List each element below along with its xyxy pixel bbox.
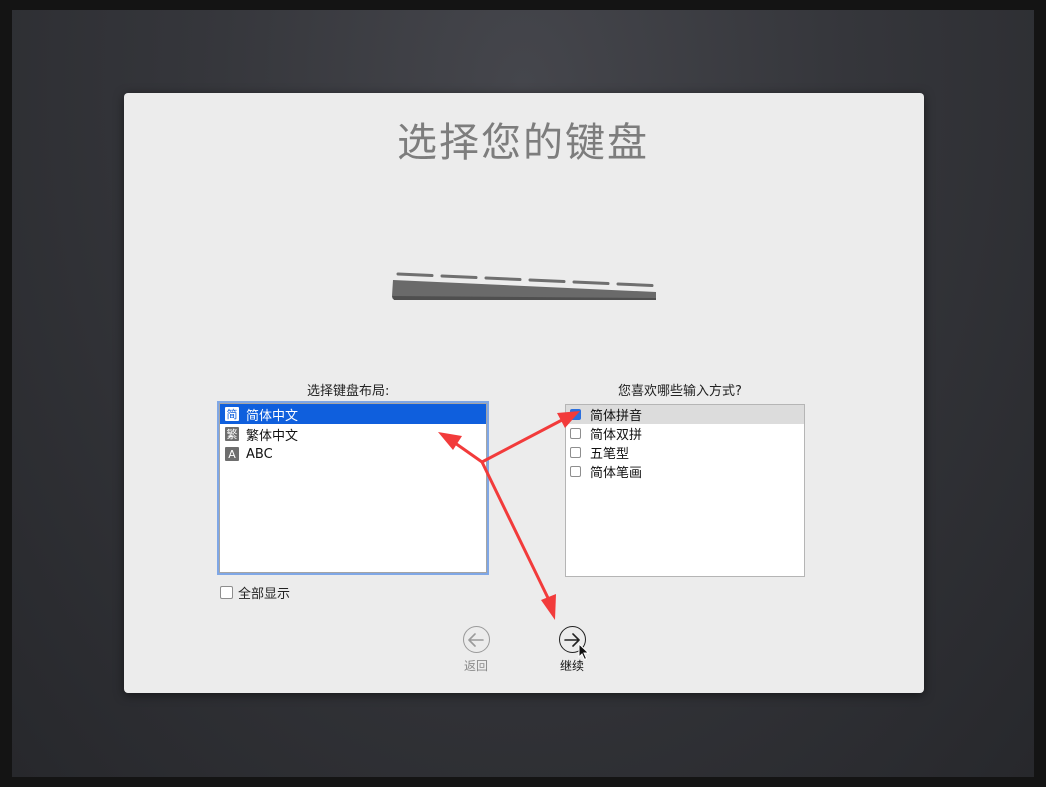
method-item-label: 简体双拼 (590, 428, 643, 443)
method-checkbox-stroke[interactable] (570, 466, 581, 477)
show-all-checkbox[interactable] (220, 586, 233, 599)
input-methods-label: 您喜欢哪些输入方式? (618, 384, 742, 399)
keyboard-illustration (392, 272, 656, 300)
abc-icon: A (225, 447, 239, 461)
layout-item-abc[interactable]: A ABC (220, 444, 486, 464)
layout-item-label: 繁体中文 (246, 428, 299, 444)
method-item-shuangpin[interactable]: 简体双拼 (566, 424, 804, 443)
mouse-cursor-icon (578, 643, 590, 661)
layout-item-label: ABC (246, 446, 273, 462)
simplified-chinese-icon: 简 (225, 407, 239, 421)
method-item-label: 简体笔画 (590, 466, 643, 481)
method-item-wubi[interactable]: 五笔型 (566, 443, 804, 462)
layout-list-label: 选择键盘布局: (307, 384, 390, 399)
method-item-label: 简体拼音 (590, 409, 643, 424)
page-title: 选择您的键盘 (397, 120, 649, 166)
input-method-list[interactable]: 简体拼音 简体双拼 五笔型 简体笔画 (565, 404, 805, 577)
layout-item-label: 简体中文 (246, 408, 299, 424)
method-checkbox-wubi[interactable] (570, 447, 581, 458)
show-all-toggle[interactable]: 全部显示 (220, 583, 290, 602)
method-item-pinyin[interactable]: 简体拼音 (566, 405, 804, 424)
method-item-stroke[interactable]: 简体笔画 (566, 462, 804, 481)
show-all-label: 全部显示 (238, 587, 291, 602)
layout-item-simplified-chinese[interactable]: 简 简体中文 (220, 404, 486, 424)
method-checkbox-shuangpin[interactable] (570, 428, 581, 439)
method-checkbox-pinyin[interactable] (570, 409, 581, 420)
traditional-chinese-icon: 繁 (225, 427, 239, 441)
layout-item-traditional-chinese[interactable]: 繁 繁体中文 (220, 424, 486, 444)
back-arrow-icon (462, 626, 490, 653)
back-button[interactable]: 返回 (456, 626, 496, 674)
keyboard-layout-list[interactable]: 简 简体中文 繁 繁体中文 A ABC (219, 403, 487, 573)
method-item-label: 五笔型 (590, 447, 630, 462)
setup-panel (124, 93, 924, 693)
back-button-label: 返回 (463, 659, 488, 673)
